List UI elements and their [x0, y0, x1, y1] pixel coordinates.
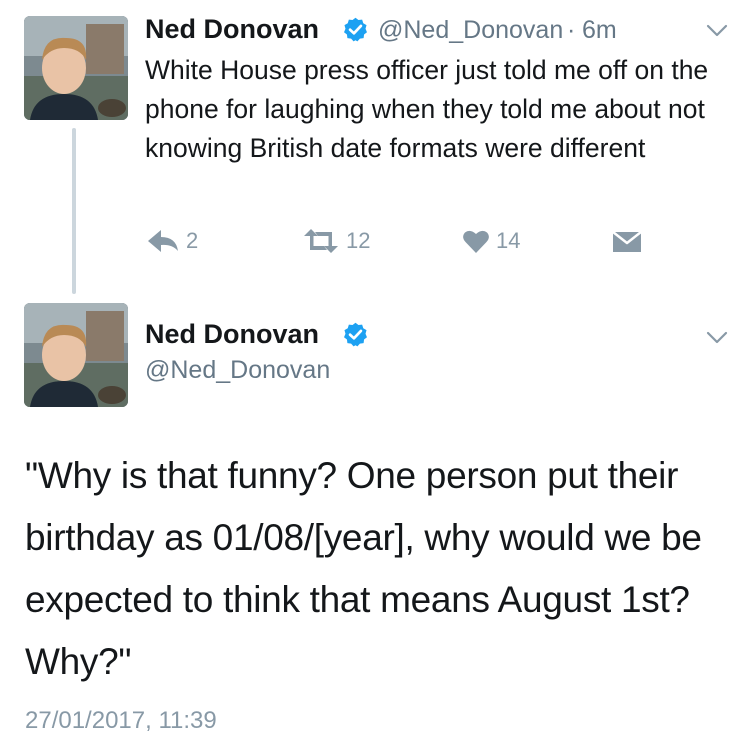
author-name[interactable]: Ned Donovan — [145, 319, 319, 350]
like-count: 14 — [496, 228, 521, 253]
author-handle[interactable]: @Ned_Donovan — [145, 356, 330, 385]
retweet-icon — [304, 229, 338, 253]
thread-connector-line — [72, 128, 76, 294]
tweet-time[interactable]: 6m — [582, 16, 617, 45]
reply-button[interactable]: 2 — [146, 228, 198, 254]
author-name[interactable]: Ned Donovan — [145, 14, 319, 45]
chevron-down-icon[interactable] — [706, 24, 728, 38]
tweet-text: "Why is that funny? One person put their… — [25, 455, 702, 682]
avatar[interactable] — [24, 303, 128, 407]
like-button[interactable]: 14 — [462, 228, 520, 254]
avatar[interactable] — [24, 16, 128, 120]
tweet-timestamp[interactable]: 27/01/2017, 11:39 — [25, 707, 217, 735]
avatar-image — [24, 16, 128, 120]
reply-icon — [148, 230, 178, 252]
avatar-image — [24, 303, 128, 407]
direct-message-button[interactable] — [612, 231, 642, 253]
tweet-text: White House press officer just told me o… — [145, 55, 709, 163]
reply-count: 2 — [186, 228, 199, 253]
retweet-count: 12 — [346, 228, 371, 253]
like-icon — [463, 230, 489, 253]
verified-badge-icon — [344, 322, 367, 347]
verified-badge-icon — [344, 17, 367, 42]
retweet-button[interactable]: 12 — [302, 228, 370, 254]
separator-dot: · — [567, 16, 576, 44]
chevron-down-icon[interactable] — [706, 331, 728, 345]
direct-message-icon — [612, 231, 642, 252]
author-handle[interactable]: @Ned_Donovan — [378, 16, 563, 45]
